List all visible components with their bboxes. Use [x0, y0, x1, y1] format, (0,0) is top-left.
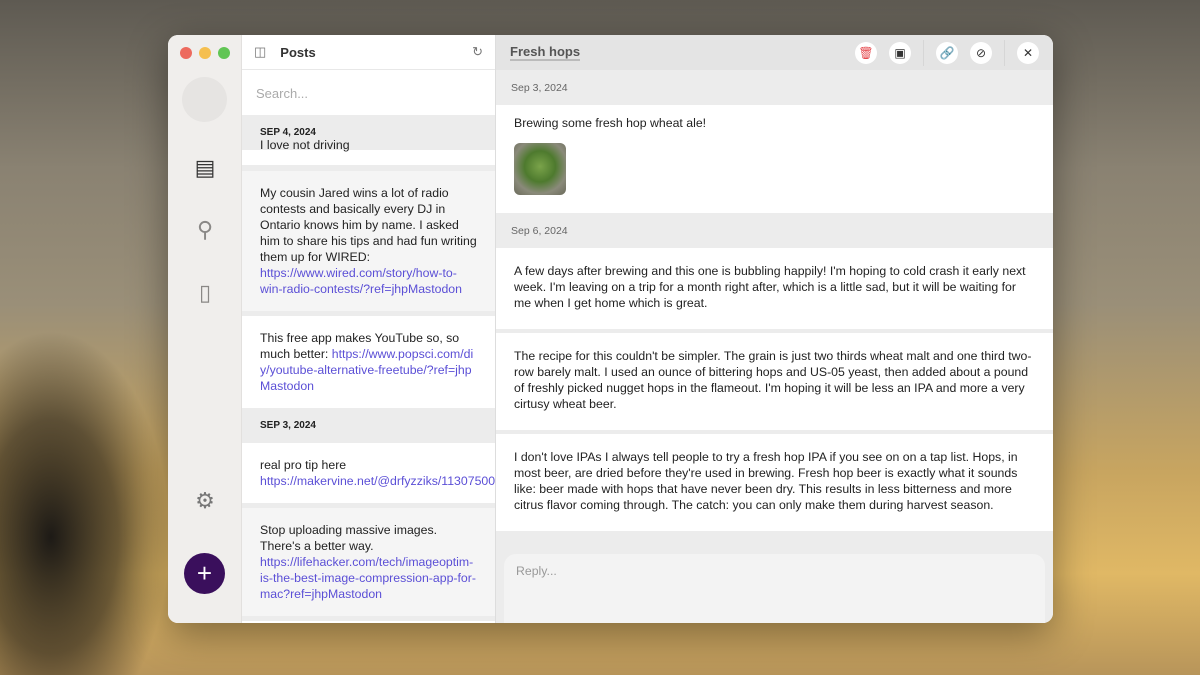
trash-icon[interactable]: 🗑	[855, 41, 877, 64]
archive-icon[interactable]: ▣	[889, 41, 911, 64]
post-image[interactable]	[514, 143, 566, 195]
list-item[interactable]: My cousin Jared wins a lot of radio cont…	[242, 171, 495, 316]
thread-post: A few days after brewing and this one is…	[496, 248, 1053, 329]
post-text: Stop uploading massive images. There's a…	[260, 523, 438, 553]
close-button[interactable]	[180, 47, 192, 59]
post-link[interactable]: https://makervine.net/@drfyzziks/1130750…	[260, 474, 495, 488]
date-header: SEP 3, 2024	[242, 408, 495, 443]
list-item[interactable]: I love not driving	[242, 137, 495, 171]
avatar[interactable]	[182, 77, 227, 122]
minimize-button[interactable]	[199, 47, 211, 59]
unpin-icon[interactable]: ✕	[1017, 41, 1039, 64]
post-link[interactable]: https://www.wired.com/story/how-to-win-r…	[260, 266, 462, 296]
thread-title: Fresh hops	[510, 44, 581, 61]
list-item[interactable]: real pro tip here https://makervine.net/…	[242, 443, 495, 508]
thread-post: Brewing some fresh hop wheat ale!	[496, 105, 1053, 213]
thread-header: Fresh hops 🗑 ▣ 🔗 ⊘ ✕	[496, 35, 1053, 70]
link-icon[interactable]: 🔗	[936, 41, 958, 64]
gear-icon[interactable]: ⚙	[192, 488, 218, 514]
list-header: ◫ Posts ↻	[242, 35, 495, 70]
divider	[1004, 39, 1005, 66]
document-icon[interactable]: ▯	[192, 280, 218, 306]
compose-button[interactable]: +	[184, 553, 225, 594]
post-link[interactable]: https://lifehacker.com/tech/imageoptim-i…	[260, 555, 476, 601]
pin-icon[interactable]: ⚲	[192, 217, 218, 243]
posts-list: ◫ Posts ↻ Search... SEP 4, 2024 I love n…	[242, 35, 496, 623]
thread-post: The recipe for this couldn't be simpler.…	[496, 333, 1053, 430]
list-item[interactable]: Stop uploading massive images. There's a…	[242, 508, 495, 621]
thread-post: I don't love IPAs I always tell people t…	[496, 434, 1053, 531]
post-text: Brewing some fresh hop wheat ale!	[514, 116, 707, 130]
app-window: ▤ ⚲ ▯ ⚙ + ◫ Posts ↻ Search... SEP 4, 202…	[168, 35, 1053, 623]
post-text: My cousin Jared wins a lot of radio cont…	[260, 186, 477, 264]
list-title: Posts	[280, 44, 316, 60]
date-header: Sep 3, 2024	[511, 82, 568, 94]
background-tree	[0, 330, 170, 675]
compass-icon[interactable]: ⊘	[970, 41, 992, 64]
divider	[923, 39, 924, 66]
sidebar-toggle-icon[interactable]: ◫	[254, 44, 266, 60]
date-header: Sep 6, 2024	[511, 225, 568, 237]
list-item[interactable]: This free app makes YouTube so, so much …	[242, 316, 495, 408]
post-text: I love not driving	[260, 138, 350, 152]
refresh-icon[interactable]: ↻	[472, 44, 483, 60]
inbox-icon[interactable]: ▤	[192, 155, 218, 181]
zoom-button[interactable]	[218, 47, 230, 59]
sidebar-rail: ▤ ⚲ ▯ ⚙ +	[168, 35, 242, 623]
post-text: real pro tip here	[260, 458, 347, 472]
reply-input[interactable]: Reply...	[504, 554, 1045, 623]
thread-view: Fresh hops 🗑 ▣ 🔗 ⊘ ✕ Sep 3, 2024 Brewing…	[496, 35, 1053, 623]
search-input[interactable]: Search...	[242, 70, 495, 115]
